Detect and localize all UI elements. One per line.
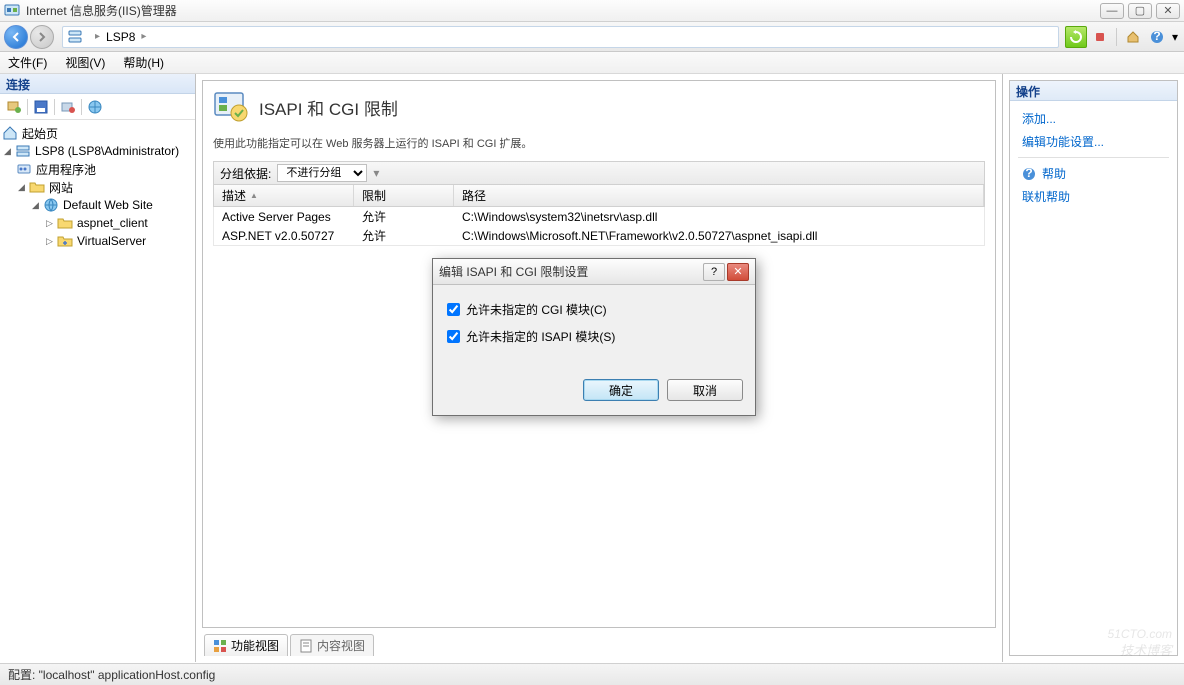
col-description[interactable]: 描述▲ (214, 185, 354, 206)
cancel-button[interactable]: 取消 (667, 379, 743, 401)
menu-help[interactable]: 帮助(H) (123, 54, 164, 71)
collapse-icon[interactable]: ◢ (30, 200, 41, 211)
collapse-icon[interactable]: ◢ (16, 182, 27, 193)
server-icon (67, 29, 83, 45)
connections-tree: 起始页 ◢ LSP8 (LSP8\Administrator) 应用程序池 ◢ … (0, 120, 195, 662)
rows-container: Active Server Pages 允许 C:\Windows\system… (213, 207, 985, 246)
vdir-icon (57, 233, 73, 249)
folder-icon (57, 215, 73, 231)
browse-icon[interactable] (85, 97, 105, 117)
connections-header: 连接 (0, 74, 195, 94)
action-online-help[interactable]: 联机帮助 (1010, 185, 1177, 208)
tab-content-view[interactable]: 内容视图 (290, 634, 374, 656)
ok-button[interactable]: 确定 (583, 379, 659, 401)
groupby-label: 分组依据: (220, 165, 271, 182)
refresh-all-button[interactable] (1065, 26, 1087, 48)
globe-icon (43, 197, 59, 213)
home-icon (2, 125, 18, 141)
page-description: 使用此功能指定可以在 Web 服务器上运行的 ISAPI 和 CGI 扩展。 (213, 135, 985, 151)
connections-panel: 连接 起始页 ◢ LSP8 (LSP8\Administrator) 应用程序池 (0, 74, 196, 662)
breadcrumb-node[interactable]: LSP8 (106, 30, 135, 44)
connect-icon[interactable] (4, 97, 24, 117)
save-icon[interactable] (31, 97, 51, 117)
dialog-title: 编辑 ISAPI 和 CGI 限制设置 (439, 263, 701, 280)
minimize-button[interactable]: — (1100, 3, 1124, 19)
svg-text:?: ? (1153, 30, 1160, 43)
breadcrumb-sep: ▸ (141, 31, 146, 42)
tree-sites[interactable]: ◢ 网站 (2, 178, 193, 196)
back-button[interactable] (4, 25, 28, 49)
dialog-help-button[interactable]: ? (703, 263, 725, 281)
maximize-button[interactable]: ▢ (1128, 3, 1152, 19)
col-restriction[interactable]: 限制 (354, 185, 454, 206)
tree-app-pools[interactable]: 应用程序池 (2, 160, 193, 178)
menu-bar: 文件(F) 视图(V) 帮助(H) (0, 52, 1184, 74)
help-dropdown[interactable]: ▾ (1170, 26, 1180, 48)
checkbox-allow-isapi[interactable]: 允许未指定的 ISAPI 模块(S) (447, 328, 741, 345)
checkbox-isapi-input[interactable] (447, 330, 460, 343)
actions-panel: 操作 添加... 编辑功能设置... ? 帮助 联机帮助 (1002, 74, 1184, 662)
dialog-close-button[interactable]: ✕ (727, 263, 749, 281)
folder-icon (29, 179, 45, 195)
expand-icon[interactable]: ▷ (44, 236, 55, 247)
delete-icon[interactable] (58, 97, 78, 117)
connections-toolbar (0, 94, 195, 120)
groupby-clear[interactable]: ▾ (373, 166, 379, 180)
groupby-select[interactable]: 不进行分组 (277, 164, 367, 182)
bottom-tabs: 功能视图 内容视图 (202, 632, 996, 656)
tree-start-page[interactable]: 起始页 (2, 124, 193, 142)
tree-server[interactable]: ◢ LSP8 (LSP8\Administrator) (2, 142, 193, 160)
checkbox-allow-cgi[interactable]: 允许未指定的 CGI 模块(C) (447, 301, 741, 318)
window-title: Internet 信息服务(IIS)管理器 (26, 2, 1100, 19)
breadcrumb-sep: ▸ (95, 31, 100, 42)
help-icon: ? (1022, 167, 1036, 181)
action-edit-feature-settings[interactable]: 编辑功能设置... (1010, 130, 1177, 153)
menu-view[interactable]: 视图(V) (65, 54, 105, 71)
action-add[interactable]: 添加... (1010, 107, 1177, 130)
stop-button[interactable] (1089, 26, 1111, 48)
page-title: ISAPI 和 CGI 限制 (259, 95, 398, 120)
table-row[interactable]: Active Server Pages 允许 C:\Windows\system… (214, 207, 984, 226)
features-icon (213, 639, 227, 653)
tree-default-website[interactable]: ◢ Default Web Site (2, 196, 193, 214)
column-headers: 描述▲ 限制 路径 (213, 185, 985, 207)
actions-header: 操作 (1010, 81, 1177, 101)
action-separator (1018, 157, 1169, 158)
tree-aspnet-client[interactable]: ▷ aspnet_client (2, 214, 193, 232)
table-row[interactable]: ASP.NET v2.0.50727 允许 C:\Windows\Microso… (214, 226, 984, 245)
content-icon (299, 639, 313, 653)
menu-file[interactable]: 文件(F) (8, 54, 47, 71)
tree-virtualserver[interactable]: ▷ VirtualServer (2, 232, 193, 250)
forward-button[interactable] (30, 25, 54, 49)
expand-icon[interactable]: ▷ (44, 218, 55, 229)
dialog-titlebar[interactable]: 编辑 ISAPI 和 CGI 限制设置 ? ✕ (433, 259, 755, 285)
edit-isapi-cgi-dialog: 编辑 ISAPI 和 CGI 限制设置 ? ✕ 允许未指定的 CGI 模块(C)… (432, 258, 756, 416)
checkbox-cgi-input[interactable] (447, 303, 460, 316)
breadcrumb[interactable]: ▸ LSP8 ▸ (62, 26, 1059, 48)
collapse-icon[interactable]: ◢ (2, 146, 13, 157)
svg-text:?: ? (1025, 167, 1032, 180)
isapi-cgi-icon (213, 89, 249, 125)
iis-icon (4, 3, 20, 19)
server-icon (15, 143, 31, 159)
tab-features-view[interactable]: 功能视图 (204, 634, 288, 656)
status-text: 配置: "localhost" applicationHost.config (8, 666, 215, 683)
home-button[interactable] (1122, 26, 1144, 48)
nav-bar: ▸ LSP8 ▸ ? ▾ (0, 22, 1184, 52)
close-button[interactable]: ✕ (1156, 3, 1180, 19)
apppool-icon (16, 161, 32, 177)
window-titlebar: Internet 信息服务(IIS)管理器 — ▢ ✕ (0, 0, 1184, 22)
col-path[interactable]: 路径 (454, 185, 984, 206)
group-bar: 分组依据: 不进行分组 ▾ (213, 161, 985, 185)
action-help[interactable]: ? 帮助 (1010, 162, 1177, 185)
help-button[interactable]: ? (1146, 26, 1168, 48)
status-bar: 配置: "localhost" applicationHost.config (0, 663, 1184, 685)
sort-asc-icon: ▲ (250, 191, 258, 200)
